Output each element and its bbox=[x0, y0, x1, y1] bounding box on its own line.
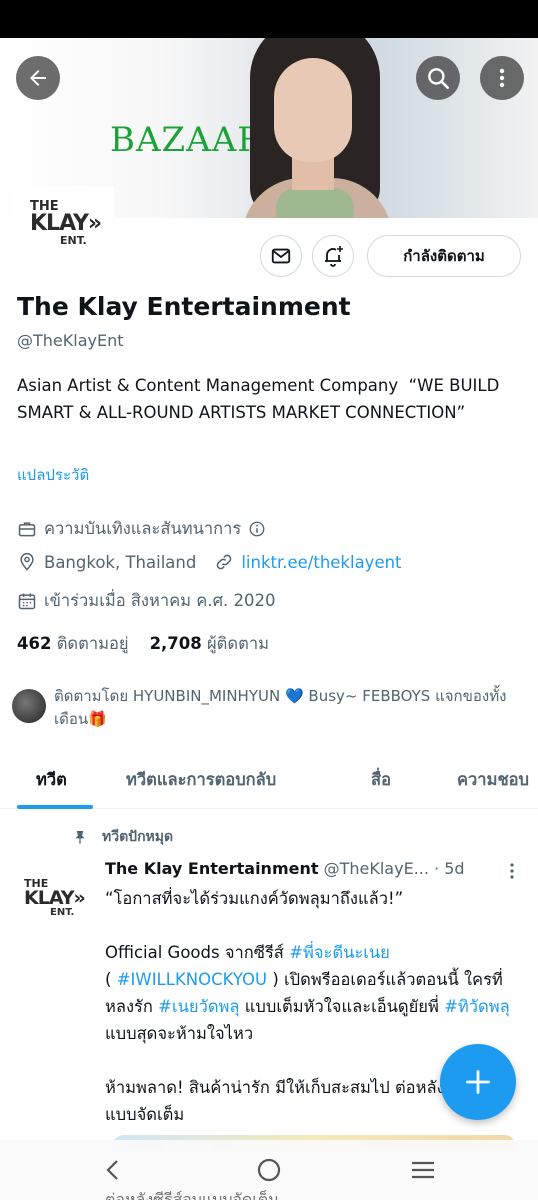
active-tab-indicator bbox=[17, 805, 93, 809]
message-button[interactable] bbox=[260, 235, 302, 277]
pin-icon bbox=[75, 831, 85, 844]
search-button[interactable] bbox=[416, 56, 460, 100]
joined-label: เข้าร่วมเมื่อ สิงหาคม ค.ศ. 2020 bbox=[44, 591, 276, 610]
chevron-left-icon bbox=[106, 1160, 118, 1180]
profile-category: ความบันเทิงและสันทนาการ bbox=[17, 516, 273, 542]
nav-back-button[interactable] bbox=[98, 1155, 128, 1185]
more-options-button[interactable] bbox=[480, 56, 524, 100]
hashtag-link[interactable]: #พี่จะตีนะเนย bbox=[289, 943, 390, 962]
hashtag-link[interactable]: #เนยวัดพลุ bbox=[158, 997, 239, 1016]
search-icon bbox=[428, 68, 450, 90]
tweet-author-avatar[interactable]: THE KLAY» ENT. bbox=[18, 872, 86, 932]
tweet-header: The Klay Entertainment @TheKlayE... · 5d bbox=[105, 859, 465, 878]
profile-name: The Klay Entertainment bbox=[17, 292, 351, 321]
klay-logo: THE KLAY» ENT. bbox=[30, 199, 102, 247]
tab-media[interactable]: สื่อ bbox=[371, 767, 391, 793]
location-pin-icon bbox=[20, 552, 34, 571]
nav-home-button[interactable] bbox=[254, 1155, 284, 1185]
pinned-label: ทวีตปักหมุด bbox=[72, 826, 173, 848]
tweet-author-name[interactable]: The Klay Entertainment bbox=[105, 859, 319, 878]
profile-website-link[interactable]: linktr.ee/theklayent bbox=[241, 553, 401, 572]
klay-logo-small: THE KLAY» ENT. bbox=[24, 877, 86, 918]
tweet-text-overflow: ต่อหลังซีรีส์จบแบบจัดเต็ม bbox=[105, 1190, 279, 1200]
bell-plus-icon bbox=[325, 246, 343, 267]
link-icon bbox=[217, 554, 232, 570]
more-vertical-icon bbox=[510, 863, 514, 879]
nav-recents-button[interactable] bbox=[408, 1155, 438, 1185]
profile-handle: @TheKlayEnt bbox=[17, 331, 124, 350]
back-button[interactable] bbox=[16, 56, 60, 100]
category-label: ความบันเทิงและสันทนาการ bbox=[44, 519, 242, 538]
arrow-left-icon bbox=[30, 70, 46, 86]
followed-by-text: ติดตามโดย HYUNBIN_MINHYUN 💙 Busy~ FEBBOY… bbox=[54, 687, 507, 728]
translate-bio-link[interactable]: แปลประวัติ bbox=[17, 463, 89, 487]
profile-location-row: Bangkok, Thailand linktr.ee/theklayent bbox=[17, 552, 402, 572]
profile-joined-row: เข้าร่วมเมื่อ สิงหาคม ค.ศ. 2020 bbox=[17, 588, 276, 614]
calendar-icon bbox=[18, 593, 36, 610]
tweet-time[interactable]: 5d bbox=[444, 859, 464, 878]
notifications-button[interactable] bbox=[312, 235, 354, 277]
hashtag-link[interactable]: #ทิวัดพลุ bbox=[444, 997, 510, 1016]
profile-tabs: ทวีต ทวีตและการตอบกลับ สื่อ ความชอบ bbox=[0, 755, 538, 809]
status-bar bbox=[0, 0, 538, 38]
followers-stat[interactable]: 2,708 ผู้ติดตาม bbox=[150, 634, 269, 653]
tweet-author-handle[interactable]: @TheKlayE... bbox=[324, 859, 429, 878]
info-icon[interactable] bbox=[248, 520, 266, 538]
plus-icon bbox=[466, 1070, 490, 1094]
banner-model-figure bbox=[212, 38, 412, 218]
menu-lines-icon bbox=[412, 1161, 434, 1179]
follow-stats: 462 ติดตามอยู่ 2,708 ผู้ติดตาม bbox=[17, 631, 269, 657]
tweet-more-button[interactable] bbox=[508, 862, 516, 884]
following-button[interactable]: กำลังติดตาม bbox=[367, 235, 521, 277]
envelope-icon bbox=[271, 248, 291, 264]
profile-avatar[interactable]: THE KLAY» ENT. bbox=[14, 186, 114, 264]
profile-bio: Asian Artist & Content Management Compan… bbox=[17, 376, 500, 422]
more-vertical-icon bbox=[499, 68, 505, 88]
hashtag-link[interactable]: #IWILLKNOCKYOU bbox=[117, 970, 267, 989]
tab-likes[interactable]: ความชอบ bbox=[457, 767, 529, 793]
briefcase-icon bbox=[18, 522, 36, 537]
tab-tweets[interactable]: ทวีต bbox=[36, 767, 67, 793]
tab-tweets-replies[interactable]: ทวีตและการตอบกลับ bbox=[126, 767, 276, 793]
compose-tweet-button[interactable] bbox=[440, 1044, 516, 1120]
location-label: Bangkok, Thailand bbox=[44, 552, 197, 572]
follower-avatar bbox=[12, 689, 46, 723]
home-circle-icon bbox=[257, 1158, 281, 1182]
following-stat[interactable]: 462 ติดตามอยู่ bbox=[17, 634, 129, 653]
